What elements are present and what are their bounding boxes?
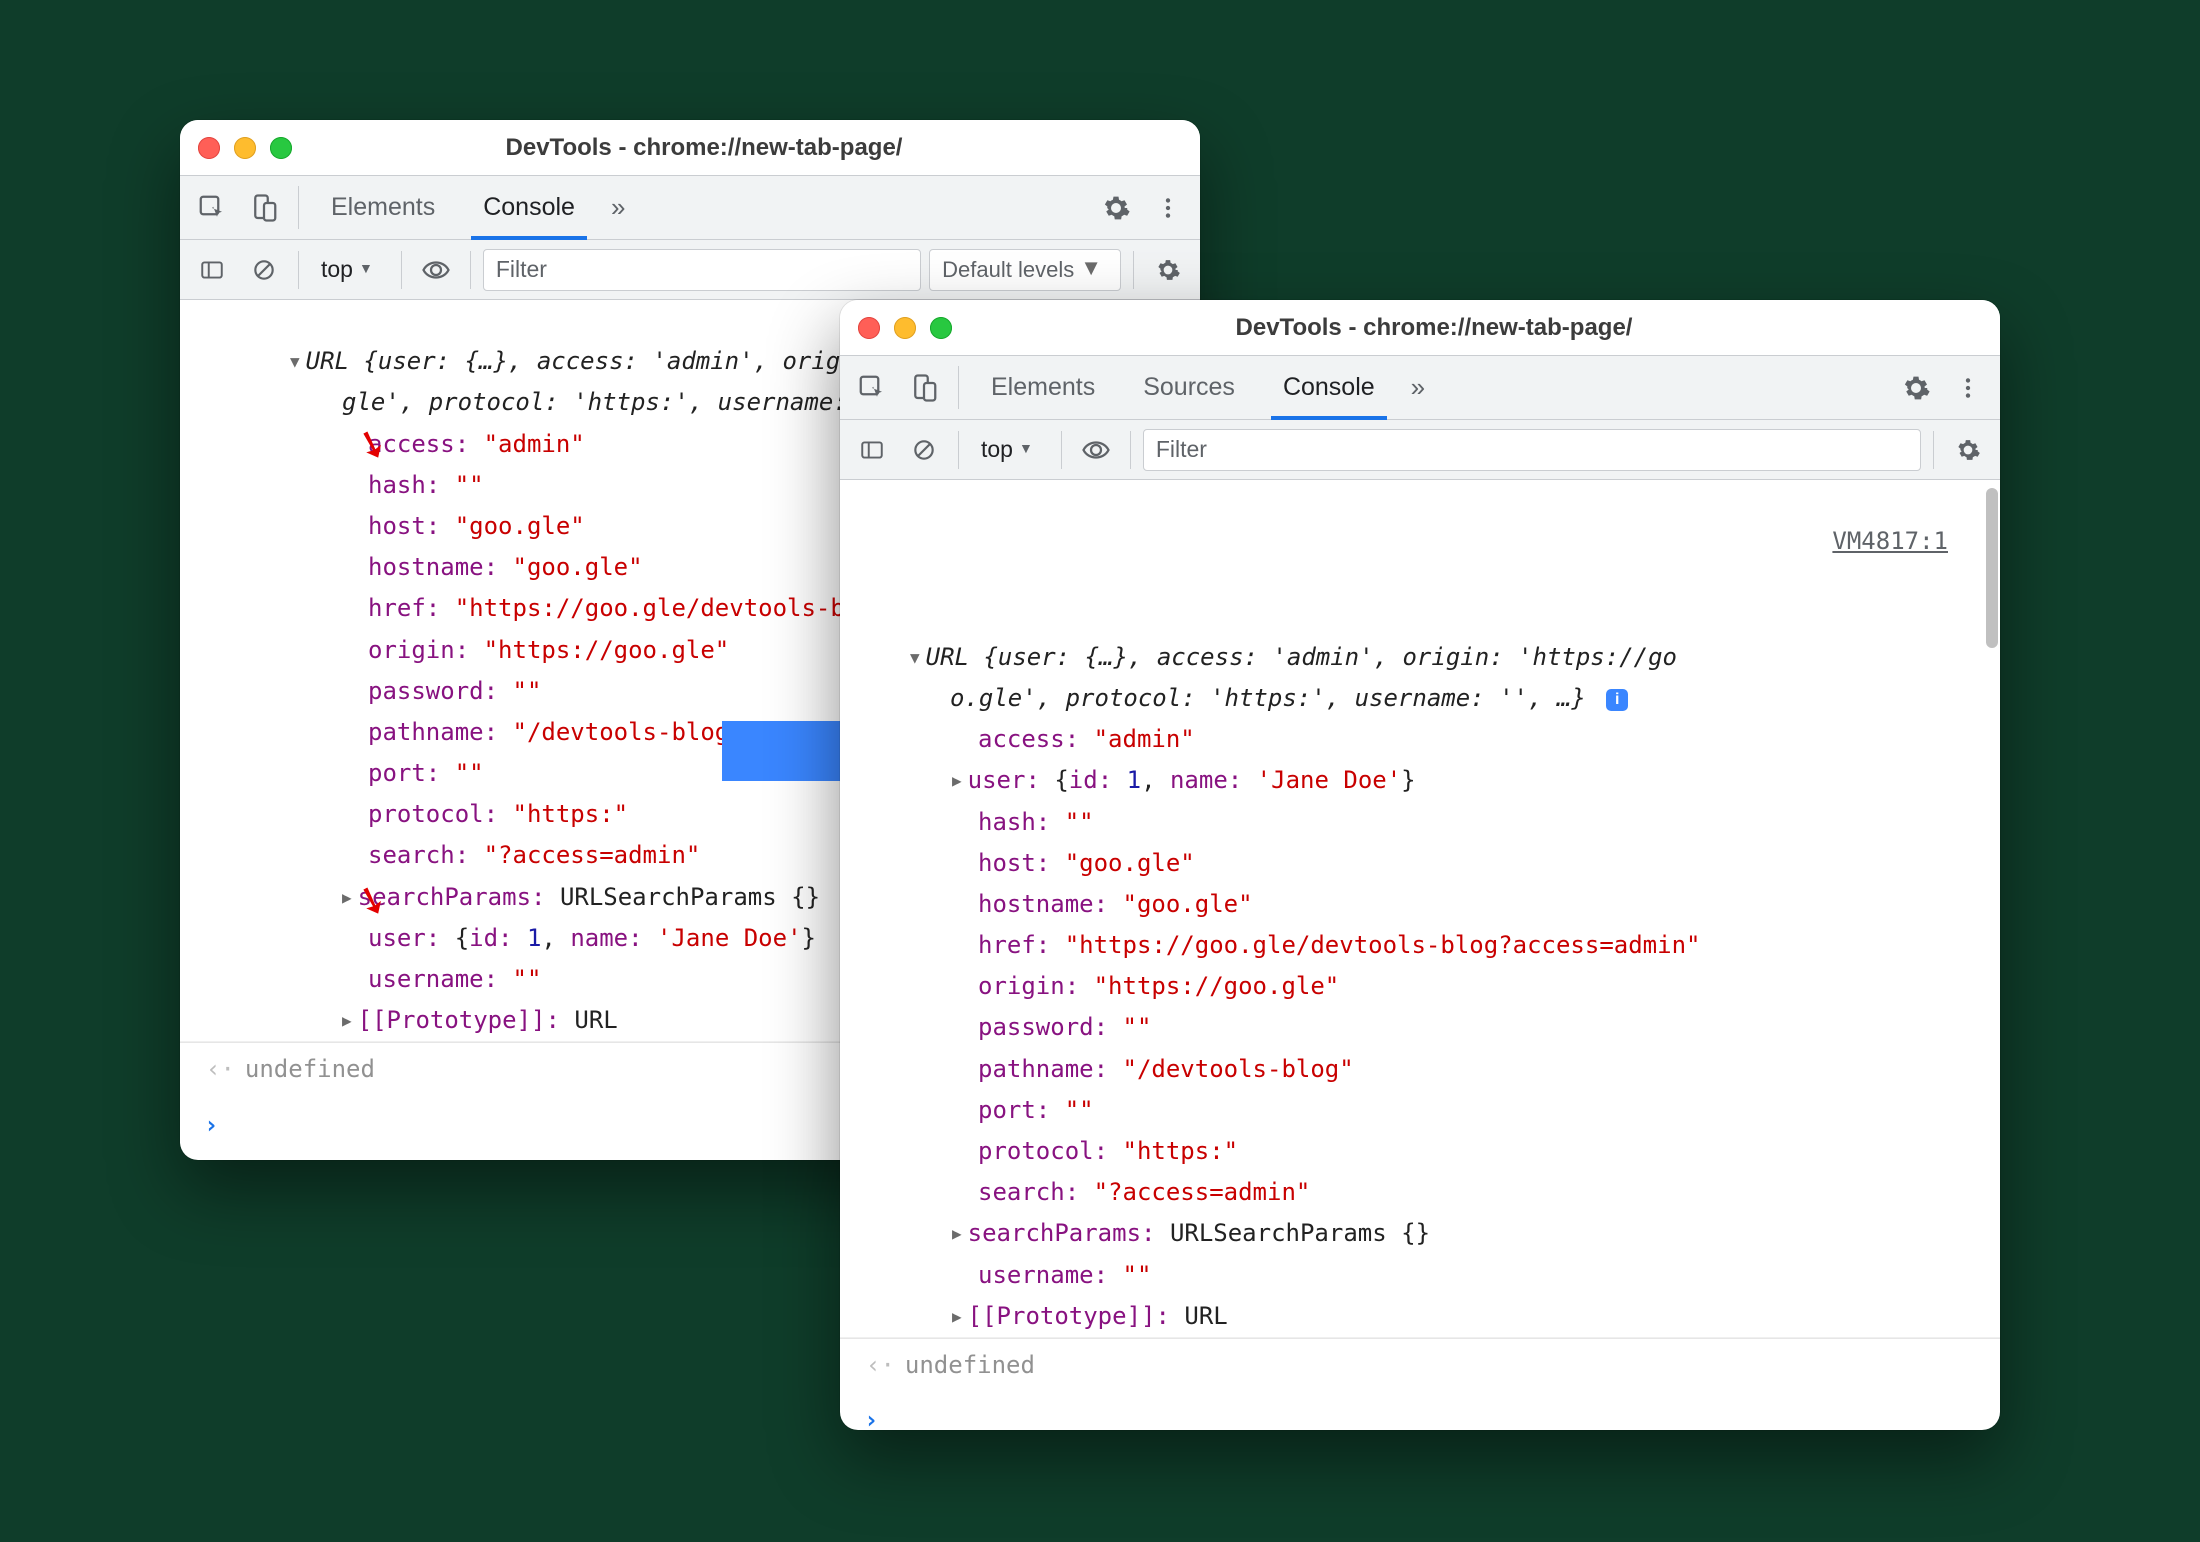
console-toolbar: top ▼ Filter [840,420,2000,480]
summary-text: gle', protocol: 'https:', username: ' [342,388,877,416]
prop-row[interactable]: pathname: "/devtools-blog" [840,1049,2000,1090]
settings-icon[interactable] [1092,176,1140,239]
placeholder-text: Filter [1156,436,1207,463]
log-levels-selector[interactable]: Default levels ▼ [929,249,1121,291]
kebab-menu-icon[interactable] [1144,176,1192,239]
prop-row[interactable]: hostname: "goo.gle" [840,884,2000,925]
tab-label: Console [1283,373,1375,402]
prop-row[interactable]: port: "" [840,1090,2000,1131]
filter-input[interactable]: Filter [1143,429,1921,471]
close-icon[interactable] [858,317,880,339]
prop-row[interactable]: protocol: "https:" [840,1131,2000,1172]
summary-text: URL {user: {…}, access: 'admin', orig [306,347,841,375]
tab-label: Sources [1143,373,1235,402]
clear-console-icon[interactable] [902,428,946,472]
sidebar-toggle-icon[interactable] [850,428,894,472]
expand-icon[interactable] [342,1000,352,1037]
window-title: DevTools - chrome://new-tab-page/ [306,134,1102,162]
context-selector[interactable]: top ▼ [971,432,1049,467]
more-tabs-icon[interactable]: » [1401,356,1435,419]
tab-console[interactable]: Console [1261,356,1397,419]
placeholder-text: Filter [496,256,547,283]
prop-row[interactable]: searchParams: URLSearchParams {} [840,1213,2000,1254]
maximize-icon[interactable] [930,317,952,339]
tab-elements[interactable]: Elements [309,176,457,239]
device-toggle-icon[interactable] [240,176,288,239]
more-tabs-icon[interactable]: » [601,176,635,239]
info-badge-icon[interactable]: i [1606,689,1628,711]
console-prompt[interactable] [840,1392,2000,1430]
source-link[interactable]: VM4817:1 [1832,523,1948,560]
live-expression-icon[interactable] [1074,428,1118,472]
prop-row[interactable]: search: "?access=admin" [840,1172,2000,1213]
tab-label: Console [483,193,575,222]
console-settings-icon[interactable] [1146,248,1190,292]
prop-row[interactable]: hash: "" [840,802,2000,843]
sidebar-toggle-icon[interactable] [190,248,234,292]
traffic-lights [858,317,952,339]
window-title: DevTools - chrome://new-tab-page/ [966,314,1902,342]
summary-text: URL {user: {…}, access: 'admin', origin:… [926,643,1677,671]
maximize-icon[interactable] [270,137,292,159]
clear-console-icon[interactable] [242,248,286,292]
expand-icon[interactable] [952,1213,962,1250]
expand-icon[interactable] [910,637,920,674]
tab-label: Elements [991,373,1095,402]
scrollbar[interactable] [1986,488,1998,648]
url-summary[interactable]: URL {user: {…}, access: 'admin', origin:… [840,600,2000,678]
context-label: top [321,256,353,283]
prop-row[interactable]: href: "https://goo.gle/devtools-blog?acc… [840,925,2000,966]
return-value: ‹·undefined [840,1338,2000,1392]
tab-bar: Elements Sources Console » [840,356,2000,420]
expand-icon[interactable] [290,341,300,378]
levels-label: Default levels [942,257,1074,283]
close-icon[interactable] [198,137,220,159]
source-link-row: VM4817:1 [840,484,2000,600]
prop-row[interactable]: host: "goo.gle" [840,843,2000,884]
prop-row[interactable]: [[Prototype]]: URL [840,1296,2000,1338]
tab-bar: Elements Console » [180,176,1200,240]
settings-icon[interactable] [1892,356,1940,419]
live-expression-icon[interactable] [414,248,458,292]
minimize-icon[interactable] [234,137,256,159]
filter-input[interactable]: Filter [483,249,921,291]
tab-sources[interactable]: Sources [1121,356,1257,419]
context-selector[interactable]: top ▼ [311,252,389,287]
devtools-window-right: DevTools - chrome://new-tab-page/ Elemen… [840,300,2000,1430]
tab-label: Elements [331,193,435,222]
console-output: VM4817:1 URL {user: {…}, access: 'admin'… [840,480,2000,1430]
kebab-menu-icon[interactable] [1944,356,1992,419]
prop-row[interactable]: username: "" [840,1255,2000,1296]
console-settings-icon[interactable] [1946,428,1990,472]
summary-text: o.gle', protocol: 'https:', username: ''… [950,684,1586,712]
expand-icon[interactable] [952,1296,962,1333]
tab-elements[interactable]: Elements [969,356,1117,419]
prop-row[interactable]: password: "" [840,1007,2000,1048]
device-toggle-icon[interactable] [900,356,948,419]
prop-row[interactable]: user: {id: 1, name: 'Jane Doe'} [840,760,2000,801]
inspect-icon[interactable] [188,176,236,239]
titlebar: DevTools - chrome://new-tab-page/ [840,300,2000,356]
tab-console[interactable]: Console [461,176,597,239]
prop-row[interactable]: access: "admin" [840,719,2000,760]
traffic-lights [198,137,292,159]
minimize-icon[interactable] [894,317,916,339]
console-toolbar: top ▼ Filter Default levels ▼ [180,240,1200,300]
expand-icon[interactable] [342,877,352,914]
expand-icon[interactable] [952,760,962,797]
inspect-icon[interactable] [848,356,896,419]
context-label: top [981,436,1013,463]
prop-row[interactable]: origin: "https://goo.gle" [840,966,2000,1007]
titlebar: DevTools - chrome://new-tab-page/ [180,120,1200,176]
